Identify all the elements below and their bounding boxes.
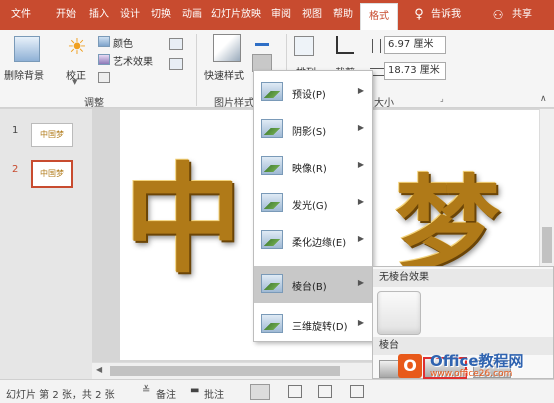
slide-sorter-view-icon[interactable] (288, 385, 302, 398)
menu-item-shadow[interactable]: 阴影(S) ▶ (254, 111, 372, 148)
glow-icon (261, 193, 283, 212)
width-input[interactable]: 18.73 厘米 (384, 62, 446, 80)
picture-effects-menu: 预设(P) ▶ 阴影(S) ▶ 映像(R) ▶ 发光(G) ▶ 柔化边缘(E) … (253, 70, 373, 342)
preset-icon (261, 82, 283, 101)
chevron-right-icon: ▶ (357, 86, 364, 95)
menu-item-soft-edges[interactable]: 柔化边缘(E) ▶ (254, 222, 372, 259)
scrollbar-thumb[interactable] (542, 227, 552, 263)
menu-item-label: 阴影(S) (292, 127, 327, 138)
chevron-right-icon: ▶ (357, 278, 364, 287)
lightbulb-icon: ♀ (414, 7, 424, 22)
tab-insert[interactable]: 插入 (84, 0, 114, 30)
no-bevel-heading: 无棱台效果 (373, 269, 553, 287)
tab-help[interactable]: 帮助 (328, 0, 358, 30)
watermark-brand: Office教程网 (430, 352, 524, 370)
slide-picture-zhong[interactable]: 中 (124, 150, 242, 290)
tab-format[interactable]: 格式 (360, 3, 398, 30)
reading-view-icon[interactable] (318, 385, 332, 398)
artistic-effects-button[interactable]: 艺术效果 (113, 53, 153, 68)
shadow-icon (261, 119, 283, 138)
picture-styles-group-label: 图片样式 (214, 98, 254, 109)
slideshow-view-icon[interactable] (350, 385, 364, 398)
group-divider (196, 34, 197, 106)
tab-design[interactable]: 设计 (115, 0, 145, 30)
chevron-down-icon: ▼ (72, 78, 78, 86)
tab-slideshow[interactable]: 幻灯片放映 (207, 0, 265, 30)
picture-border-icon[interactable] (255, 34, 269, 46)
slide-number: 1 (12, 125, 19, 136)
menu-item-reflection[interactable]: 映像(R) ▶ (254, 148, 372, 185)
tab-transitions[interactable]: 切换 (146, 0, 176, 30)
quick-styles-button[interactable]: 快速样式 (204, 67, 244, 82)
slide-number: 2 (12, 164, 19, 175)
crop-icon (336, 36, 354, 54)
chevron-right-icon: ▶ (357, 160, 364, 169)
menu-item-label: 柔化边缘(E) (292, 238, 347, 249)
office-logo-icon: O (398, 354, 422, 378)
compress-pictures-icon[interactable] (98, 72, 110, 83)
share-person-icon: ⚇ (492, 8, 504, 22)
slide-thumbnail[interactable]: 中国梦 (31, 123, 73, 147)
menu-item-label: 发光(G) (292, 201, 328, 212)
menu-item-3d-rotation[interactable]: 三维旋转(D) ▶ (254, 306, 372, 343)
scrollbar-thumb[interactable] (110, 366, 340, 376)
remove-background-icon (14, 36, 40, 62)
chevron-right-icon: ▶ (357, 318, 364, 327)
scroll-left-icon[interactable]: ◀ (96, 365, 102, 374)
tab-animations[interactable]: 动画 (177, 0, 207, 30)
dialog-launcher-icon[interactable]: ⌟ (440, 94, 444, 103)
artistic-effects-icon (98, 54, 110, 65)
height-input[interactable]: 6.97 厘米 (384, 36, 446, 54)
collapse-ribbon-icon[interactable]: ∧ (540, 94, 547, 104)
normal-view-icon[interactable] (250, 384, 270, 400)
quick-styles-icon (213, 34, 241, 62)
reflection-icon (261, 156, 283, 175)
slide-thumbnail-current[interactable]: 中国梦 (31, 160, 73, 188)
bevel-icon (261, 274, 283, 293)
change-picture-icon[interactable] (169, 38, 183, 50)
3d-rotation-icon (261, 314, 283, 333)
no-bevel-option[interactable] (377, 291, 421, 335)
tab-review[interactable]: 审阅 (266, 0, 296, 30)
notes-button[interactable]: 备注 (156, 386, 176, 401)
share-button[interactable]: 共享 (506, 0, 538, 30)
slide-thumbnails-pane: 1 中国梦 2 中国梦 (0, 109, 92, 379)
remove-background-button[interactable]: 删除背景 (4, 67, 44, 82)
menu-item-label: 预设(P) (292, 90, 326, 101)
size-group-label: 大小 (374, 98, 394, 109)
chevron-right-icon: ▶ (357, 123, 364, 132)
slide-count-status: 幻灯片 第 2 张，共 2 张 (6, 390, 115, 401)
height-icon (372, 39, 381, 53)
menu-item-glow[interactable]: 发光(G) ▶ (254, 185, 372, 222)
menu-item-label: 棱台(B) (292, 282, 327, 293)
watermark-url: www.office26.com (430, 369, 513, 379)
color-button[interactable]: 颜色 (113, 35, 133, 50)
menu-item-label: 三维旋转(D) (292, 322, 348, 333)
arrange-icon (294, 36, 314, 56)
comments-button[interactable]: 批注 (204, 386, 224, 401)
tell-me-search[interactable]: 告诉我 (428, 0, 464, 30)
ribbon-tab-bar: 文件 开始 插入 设计 切换 动画 幻灯片放映 审阅 视图 帮助 格式 ♀ 告诉… (0, 0, 554, 30)
menu-item-preset[interactable]: 预设(P) ▶ (254, 74, 372, 111)
sun-icon: ☀ (67, 35, 87, 60)
comments-icon: ▬ (190, 385, 200, 396)
notes-icon: ≚ (142, 385, 151, 396)
tab-home[interactable]: 开始 (50, 0, 82, 30)
menu-item-bevel[interactable]: 棱台(B) ▶ (254, 266, 372, 303)
soft-edges-icon (261, 230, 283, 249)
reset-picture-icon[interactable] (169, 58, 183, 70)
tab-view[interactable]: 视图 (297, 0, 327, 30)
status-bar: 幻灯片 第 2 张，共 2 张 ≚ 备注 ▬ 批注 (0, 379, 554, 403)
chevron-right-icon: ▶ (357, 234, 364, 243)
menu-item-label: 映像(R) (292, 164, 327, 175)
chevron-right-icon: ▶ (357, 197, 364, 206)
adjust-group-label: 调整 (84, 98, 104, 109)
tab-file[interactable]: 文件 (4, 0, 38, 30)
color-icon (98, 36, 110, 47)
slide-picture-meng[interactable]: 梦 (395, 170, 500, 280)
